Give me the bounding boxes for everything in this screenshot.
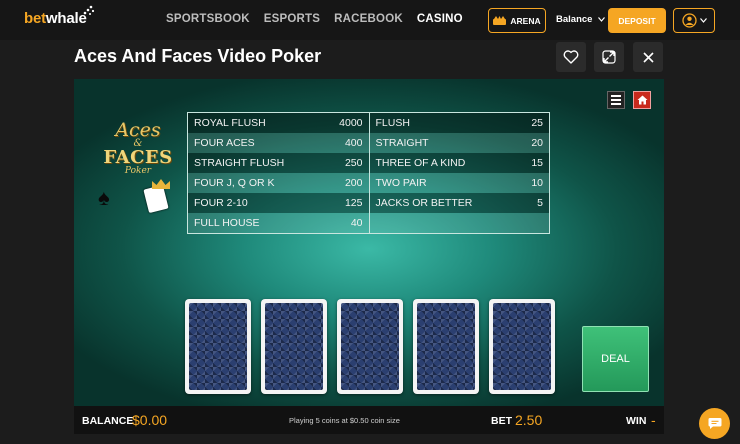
favorite-button[interactable] bbox=[556, 42, 586, 72]
card-slot-5[interactable] bbox=[489, 299, 555, 394]
menu-icon bbox=[611, 95, 621, 97]
close-game-button[interactable] bbox=[633, 42, 663, 72]
card-slot-2[interactable] bbox=[261, 299, 327, 394]
paytable-row: FOUR 2-10 125 bbox=[188, 193, 369, 213]
user-icon bbox=[681, 13, 697, 28]
paytable-row: ROYAL FLUSH 4000 bbox=[188, 113, 369, 133]
balance-value: $0.00 bbox=[132, 412, 168, 428]
paytable-row: JACKS OR BETTER 5 bbox=[369, 193, 549, 213]
win-value: - bbox=[651, 412, 656, 428]
paytable-row: STRAIGHT FLUSH 250 bbox=[188, 153, 369, 173]
chat-button[interactable] bbox=[699, 408, 730, 439]
page-title: Aces And Faces Video Poker bbox=[74, 46, 322, 66]
account-menu-button[interactable] bbox=[673, 8, 715, 33]
paytable-row: TWO PAIR 10 bbox=[369, 173, 549, 193]
card-back bbox=[341, 303, 399, 390]
paytable-row: FLUSH 25 bbox=[369, 113, 549, 133]
home-icon bbox=[637, 95, 647, 105]
spade-icon: ♠ bbox=[98, 185, 110, 210]
paytable-right-column: FLUSH 25 STRAIGHT 20 THREE OF A KIND 15 TWO… bbox=[368, 113, 549, 233]
card-slot-4[interactable] bbox=[413, 299, 479, 394]
deposit-button[interactable]: DEPOSIT bbox=[608, 8, 666, 33]
expand-icon bbox=[602, 50, 616, 64]
coin-info-text: Playing 5 coins at $0.50 coin size bbox=[289, 416, 400, 425]
paytable-row bbox=[369, 213, 549, 233]
main-nav: SPORTSBOOK ESPORTS RACEBOOK CASINO bbox=[166, 13, 463, 25]
bet-label: BET bbox=[491, 415, 512, 427]
nav-sportsbook[interactable]: SPORTSBOOK bbox=[166, 13, 250, 25]
card-back bbox=[493, 303, 551, 390]
heart-icon bbox=[563, 50, 579, 64]
game-home-button[interactable] bbox=[633, 91, 651, 109]
nav-racebook[interactable]: RACEBOOK bbox=[334, 13, 403, 25]
logo-spray-icon bbox=[83, 5, 95, 15]
card-slot-3[interactable] bbox=[337, 299, 403, 394]
game-menu-button[interactable] bbox=[607, 91, 625, 109]
balance-dropdown[interactable]: Balance bbox=[556, 14, 606, 25]
paytable-row: STRAIGHT 20 bbox=[369, 133, 549, 153]
paytable-row: FULL HOUSE 40 bbox=[188, 213, 369, 233]
chevron-down-icon bbox=[598, 17, 606, 22]
close-icon bbox=[642, 51, 654, 63]
game-canvas: Aces & FACES Poker ♠ ROYAL FLUSH 4000 FOU… bbox=[74, 79, 664, 406]
arena-button[interactable]: ARENA bbox=[488, 8, 546, 33]
card-row bbox=[185, 299, 555, 394]
chevron-down-icon bbox=[699, 18, 707, 23]
nav-esports[interactable]: ESPORTS bbox=[264, 13, 320, 25]
paytable-row: THREE OF A KIND 15 bbox=[369, 153, 549, 173]
paytable-row: FOUR J, Q OR K 200 bbox=[188, 173, 369, 193]
card-back bbox=[265, 303, 323, 390]
deal-button[interactable]: DEAL bbox=[582, 326, 649, 392]
card-slot-1[interactable] bbox=[185, 299, 251, 394]
chat-icon bbox=[708, 418, 721, 429]
paytable: ROYAL FLUSH 4000 FOUR ACES 400 STRAIGHT FL… bbox=[187, 112, 550, 234]
top-navigation: betwhale SPORTSBOOK ESPORTS RACEBOOK CAS… bbox=[0, 0, 740, 40]
balance-label: BALANCE bbox=[82, 415, 134, 427]
nav-casino[interactable]: CASINO bbox=[417, 13, 463, 25]
card-back bbox=[417, 303, 475, 390]
card-back bbox=[189, 303, 247, 390]
betwhale-logo[interactable]: betwhale bbox=[24, 10, 87, 27]
paytable-row: FOUR ACES 400 bbox=[188, 133, 369, 153]
win-label: WIN bbox=[626, 415, 647, 427]
fullscreen-button[interactable] bbox=[594, 42, 624, 72]
arena-icon bbox=[493, 16, 507, 25]
bet-value[interactable]: 2.50 bbox=[515, 412, 542, 428]
game-status-bar: BALANCE $0.00 Playing 5 coins at $0.50 c… bbox=[74, 406, 664, 434]
paytable-left-column: ROYAL FLUSH 4000 FOUR ACES 400 STRAIGHT FL… bbox=[188, 113, 369, 233]
